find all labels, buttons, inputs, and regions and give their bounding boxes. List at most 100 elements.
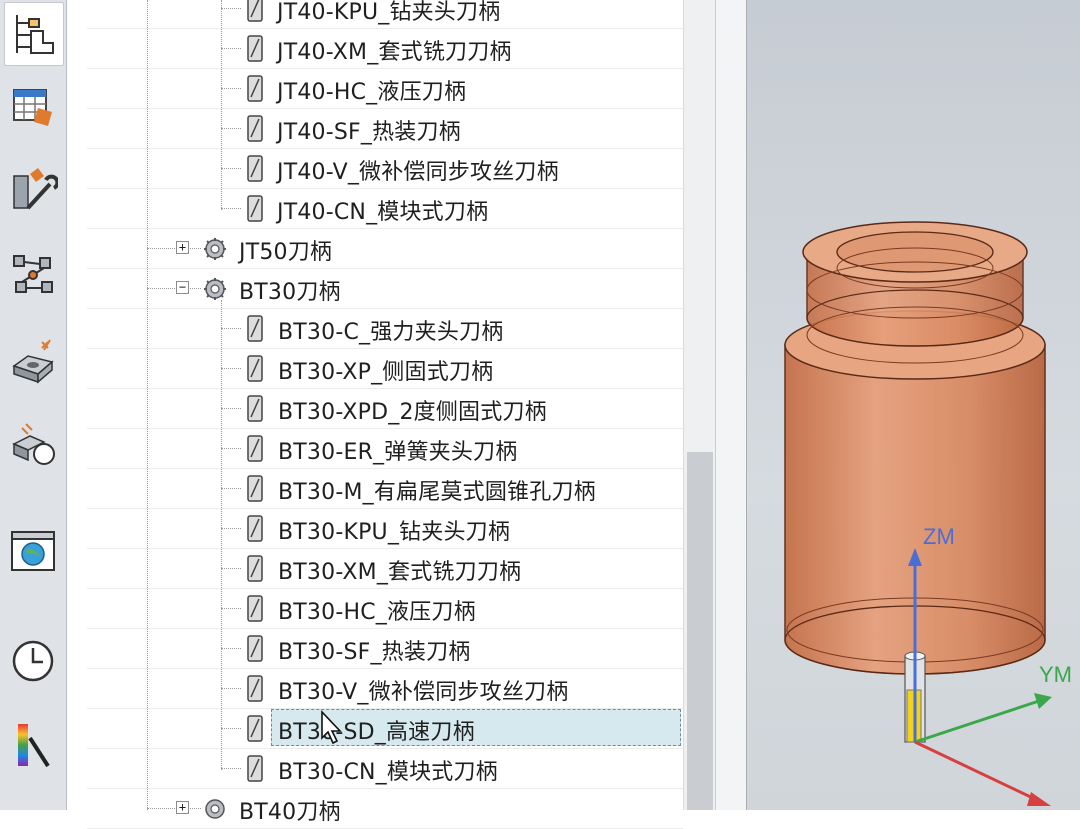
part-family-gear-icon (204, 278, 226, 300)
tree-line (221, 608, 241, 609)
tree-item-label: BT30-XP_侧固式刀柄 (278, 360, 494, 385)
mouse-cursor-icon (321, 710, 342, 745)
tree-row[interactable]: BT30-HC_液压刀柄 (87, 588, 683, 629)
web-browser-icon[interactable] (6, 524, 60, 578)
tree-group-row[interactable]: + BT40刀柄 (87, 788, 683, 829)
history-clock-icon[interactable] (6, 632, 60, 686)
tree-line (221, 408, 241, 409)
tree-row[interactable]: JT40-V_微补偿同步攻丝刀柄 (87, 148, 683, 189)
expand-toggle[interactable]: + (176, 801, 189, 814)
tree-line (221, 208, 241, 209)
part-family-gear-icon (205, 799, 225, 819)
part-family-gear-icon (204, 238, 226, 260)
tree-row[interactable]: BT30-CN_模块式刀柄 (87, 748, 683, 789)
tool-holder-icon (247, 0, 263, 22)
tool-holder-model (784, 221, 1052, 806)
constraint-navigator-icon[interactable] (6, 248, 60, 302)
tree-line (221, 528, 241, 529)
tree-item-label: BT30-SF_热装刀柄 (278, 640, 471, 665)
tree-line (221, 728, 241, 729)
tool-holder-icon (247, 755, 263, 782)
tree-line (147, 248, 201, 249)
tree-group-label: BT40刀柄 (239, 800, 341, 825)
tree-group-row[interactable]: + JT50刀柄 (87, 228, 683, 269)
expand-toggle[interactable]: + (176, 241, 189, 254)
resource-bar (0, 0, 67, 810)
tool-holder-icon (247, 675, 263, 702)
tree-row[interactable]: BT30-V_微补偿同步攻丝刀柄 (87, 668, 683, 709)
tool-holder-icon (247, 75, 263, 102)
tree-line (221, 8, 241, 9)
tree-line (221, 688, 241, 689)
part-feature-icon[interactable] (6, 334, 60, 388)
tree-line (221, 168, 241, 169)
tree-row[interactable]: JT40-XM_套式铣刀刀柄 (87, 28, 683, 69)
tool-holder-icon (247, 115, 263, 142)
tree-item-label: JT40-SF_热装刀柄 (277, 120, 461, 145)
tree-item-label: BT30-XPD_2度侧固式刀柄 (278, 400, 547, 425)
tool-holder-icon (247, 635, 263, 662)
tree-line (221, 328, 241, 329)
tree-line (221, 448, 241, 449)
tree-row[interactable]: JT40-KPU_钻夹头刀柄 (87, 0, 683, 29)
tree-item-label: BT30-M_有扁尾莫式圆锥孔刀柄 (278, 480, 596, 505)
tree-item-label: BT30-SD_高速刀柄 (278, 720, 475, 745)
y-axis-label: YM (1039, 662, 1072, 687)
collapse-toggle[interactable]: − (176, 281, 189, 294)
tree-scrollbar[interactable] (683, 0, 716, 810)
tree-row[interactable]: JT40-SF_热装刀柄 (87, 108, 683, 149)
tree-group-label: BT30刀柄 (239, 280, 341, 305)
color-palette-icon[interactable] (6, 718, 60, 772)
tree-line (221, 488, 241, 489)
tree-item-label: BT30-HC_液压刀柄 (278, 600, 476, 625)
tree-line (221, 368, 241, 369)
panel-splitter[interactable] (715, 0, 747, 810)
z-axis-label: ZM (923, 524, 955, 549)
part-family-tree[interactable]: JT40-KPU_钻夹头刀柄 JT40-XM_套式铣刀刀柄 JT40-HC_液压… (87, 0, 683, 829)
tool-holder-icon (247, 715, 263, 742)
tool-holder-icon (247, 155, 263, 182)
tree-item-label: BT30-C_强力夹头刀柄 (278, 320, 504, 345)
spreadsheet-icon[interactable] (6, 80, 60, 134)
tool-holder-icon (247, 515, 263, 542)
tree-row[interactable]: BT30-KPU_钻夹头刀柄 (87, 508, 683, 549)
tree-row[interactable]: JT40-HC_液压刀柄 (87, 68, 683, 109)
tool-holder-icon (247, 395, 263, 422)
tool-holder-icon (247, 355, 263, 382)
tree-row[interactable]: BT30-XM_套式铣刀刀柄 (87, 548, 683, 589)
tree-row[interactable]: BT30-XPD_2度侧固式刀柄 (87, 388, 683, 429)
scrollbar-thumb[interactable] (687, 452, 713, 810)
tree-row[interactable]: JT40-CN_模块式刀柄 (87, 188, 683, 229)
tree-line (147, 288, 201, 289)
tool-holder-icon (247, 315, 263, 342)
tree-row[interactable]: BT30-M_有扁尾莫式圆锥孔刀柄 (87, 468, 683, 509)
tree-line (221, 568, 241, 569)
tree-item-label: BT30-ER_弹簧夹头刀柄 (278, 440, 518, 465)
shape-measure-icon[interactable] (6, 418, 60, 472)
tree-group-row[interactable]: − BT30刀柄 (87, 268, 683, 309)
tree-line (147, 808, 201, 809)
tree-row[interactable]: BT30-SF_热装刀柄 (87, 628, 683, 669)
tool-holder-icon (247, 435, 263, 462)
tool-holder-icon (247, 35, 263, 62)
tree-row-selected[interactable]: BT30-SD_高速刀柄 (87, 708, 683, 749)
tree-gutter (67, 0, 87, 810)
tree-row[interactable]: BT30-XP_侧固式刀柄 (87, 348, 683, 389)
tool-holder-icon (247, 555, 263, 582)
assembly-navigator-icon[interactable] (4, 2, 64, 66)
tree-row[interactable]: BT30-ER_弹簧夹头刀柄 (87, 428, 683, 469)
tool-holder-icon (247, 595, 263, 622)
tree-item-label: BT30-KPU_钻夹头刀柄 (278, 520, 511, 545)
tree-line (221, 88, 241, 89)
tree-item-label: BT30-XM_套式铣刀刀柄 (278, 560, 522, 585)
tree-row[interactable]: BT30-C_强力夹头刀柄 (87, 308, 683, 349)
tree-group-label: JT50刀柄 (239, 240, 333, 265)
tree-item-label: BT30-V_微补偿同步攻丝刀柄 (278, 680, 569, 705)
graphics-viewport[interactable]: ZM YM (747, 0, 1080, 810)
tools-icon[interactable] (6, 162, 60, 216)
tree-item-label: BT30-CN_模块式刀柄 (278, 760, 498, 785)
tree-line (221, 128, 241, 129)
tool-holder-icon (247, 475, 263, 502)
tree-line (221, 768, 241, 769)
tree-item-label: JT40-HC_液压刀柄 (277, 80, 467, 105)
